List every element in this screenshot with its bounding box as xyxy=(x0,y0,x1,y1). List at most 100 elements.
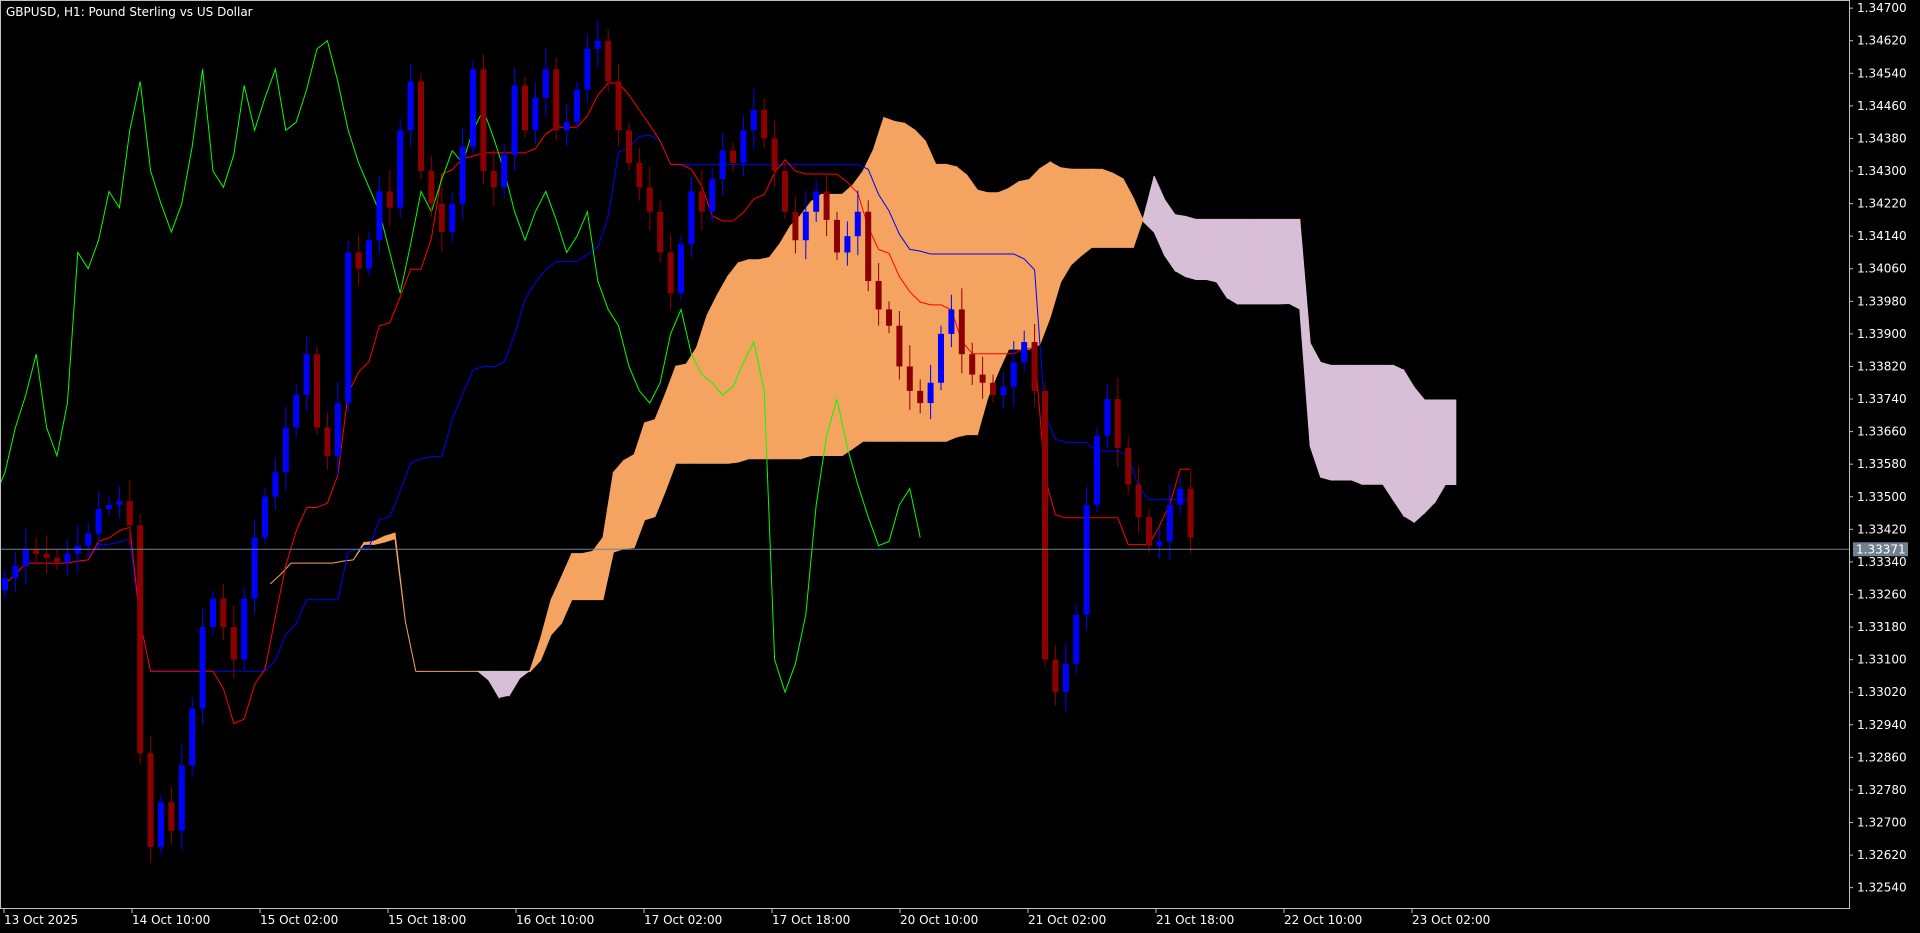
candle-body xyxy=(418,81,424,172)
candle-body xyxy=(314,354,320,428)
price-chart[interactable]: 1.34700 1.34620 1.34540 1.34460 1.34380 1.343… xyxy=(0,0,1920,933)
price-axis-label: 1.33100 xyxy=(1857,653,1907,667)
time-axis-label: 13 Oct 2025 xyxy=(4,913,78,927)
candle-body xyxy=(761,109,768,139)
kumo-segment xyxy=(1340,364,1353,481)
kumo-segment xyxy=(1070,168,1082,266)
candle-body xyxy=(210,598,216,628)
candle-body xyxy=(293,394,300,428)
candle-body xyxy=(979,374,986,383)
time-axis-label: 14 Oct 10:00 xyxy=(132,913,210,927)
kumo-segment xyxy=(571,553,583,601)
kumo-segment xyxy=(966,173,978,436)
candle-body xyxy=(719,150,726,180)
candle-body xyxy=(792,211,799,241)
candle-body xyxy=(730,150,736,163)
kumo-segment xyxy=(1424,399,1436,515)
kumo-segment xyxy=(779,224,791,460)
price-axis-label: 1.34300 xyxy=(1857,164,1907,178)
candle-body xyxy=(823,191,830,220)
candle-body xyxy=(366,240,372,269)
kumo-segment xyxy=(1268,218,1280,305)
kumo-segment xyxy=(810,193,822,457)
price-axis-label: 1.33420 xyxy=(1857,522,1907,536)
candle-body xyxy=(43,553,50,558)
candle-body xyxy=(553,69,560,131)
candle-body xyxy=(2,578,8,591)
candle-body xyxy=(241,598,248,660)
candle-body xyxy=(1094,435,1100,505)
candle-body xyxy=(750,109,757,131)
kumo-segment xyxy=(1080,168,1093,257)
candle-body xyxy=(1010,362,1017,387)
kumo-segment xyxy=(1320,361,1332,481)
candle-body xyxy=(345,252,352,404)
candle-body xyxy=(844,236,851,253)
candle-body xyxy=(917,390,924,404)
candle-body xyxy=(106,504,112,509)
candle-body xyxy=(1156,541,1163,546)
candle-body xyxy=(1073,614,1080,664)
time-axis-label: 16 Oct 10:00 xyxy=(516,913,594,927)
candle-body xyxy=(511,85,518,155)
candle-body xyxy=(615,81,622,131)
candle-body xyxy=(126,500,133,526)
candle-body xyxy=(251,537,258,599)
kumo-segment xyxy=(1434,399,1446,504)
candle-body xyxy=(334,403,341,457)
kumo-segment xyxy=(1288,218,1301,310)
candle-body xyxy=(355,252,362,269)
candle-body xyxy=(1146,517,1152,546)
kumo-segment xyxy=(1247,218,1259,305)
candle-body xyxy=(386,191,393,208)
candle-body xyxy=(522,85,528,131)
kumo-segment xyxy=(1403,368,1415,524)
candle-body xyxy=(262,496,268,538)
price-axis-label: 1.32620 xyxy=(1857,848,1907,862)
kumo-segment xyxy=(727,261,739,464)
candle-body xyxy=(1083,504,1090,615)
kumo-segment xyxy=(1392,364,1405,518)
candle-body xyxy=(501,154,508,188)
candle-body xyxy=(1052,659,1059,693)
kumo-segment xyxy=(987,192,999,398)
candle-body xyxy=(875,280,882,310)
candle-body xyxy=(1104,399,1111,436)
candle-body xyxy=(542,69,549,98)
price-axis-label: 1.33340 xyxy=(1857,555,1907,569)
kumo-segment xyxy=(883,116,895,442)
price-axis-label: 1.34460 xyxy=(1857,99,1907,113)
price-axis-label: 1.33740 xyxy=(1857,392,1907,406)
candle-body xyxy=(376,191,383,241)
candle-body xyxy=(813,191,820,212)
time-axis-label: 23 Oct 02:00 xyxy=(1412,913,1490,927)
candle-body xyxy=(854,211,861,237)
kumo-segment xyxy=(1236,218,1249,305)
candle-body xyxy=(958,309,965,355)
kumo-segment xyxy=(997,187,1010,373)
candle-body xyxy=(990,382,996,395)
kumo-segment xyxy=(1278,218,1290,305)
candle-body xyxy=(438,203,445,233)
price-axis-label: 1.33500 xyxy=(1857,490,1907,504)
candle-body xyxy=(678,244,684,294)
kumo-segment xyxy=(1382,364,1394,502)
price-axis-label: 1.32780 xyxy=(1857,783,1907,797)
price-axis-label: 1.32860 xyxy=(1857,750,1907,764)
kumo-segment xyxy=(706,294,718,464)
time-axis-label: 15 Oct 02:00 xyxy=(260,913,338,927)
candle-body xyxy=(1021,342,1028,363)
candle-body xyxy=(397,130,404,208)
candle-body xyxy=(688,191,695,245)
candle-body xyxy=(927,382,934,404)
price-axis-label: 1.34220 xyxy=(1857,197,1907,211)
kumo-segment xyxy=(612,459,625,553)
candle-body xyxy=(1114,399,1121,448)
kumo-segment xyxy=(935,163,947,442)
candle-body xyxy=(428,171,435,204)
price-axis-label: 1.32700 xyxy=(1857,815,1907,829)
candle-body xyxy=(33,549,40,554)
candle-body xyxy=(802,211,809,241)
candle-body xyxy=(626,130,632,163)
candle-body xyxy=(64,553,71,562)
